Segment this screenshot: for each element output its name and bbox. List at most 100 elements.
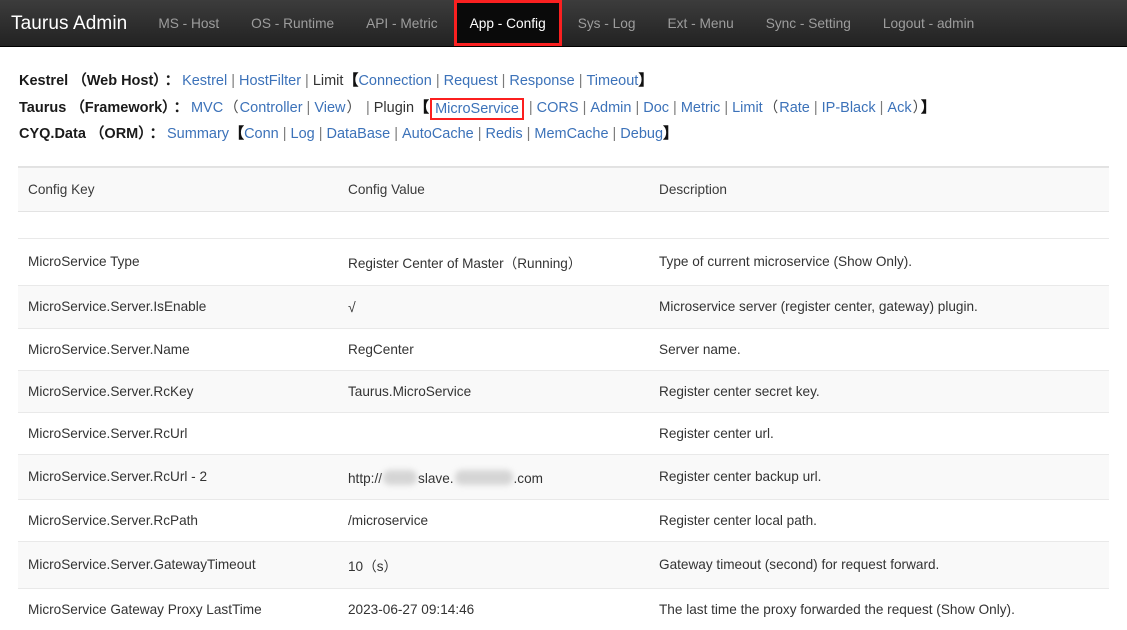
nav-item-api-metric[interactable]: API - Metric — [350, 0, 454, 46]
link-row-cyq-data: CYQ.Data （ORM）： Summary【Conn | Log | DataBase… — [19, 121, 1127, 148]
config-table: Config Key Config Value Description Micr… — [18, 166, 1109, 630]
link-paren: ） — [346, 99, 361, 116]
module-link-conn[interactable]: Conn — [244, 126, 279, 142]
cell-description: Register center backup url. — [649, 453, 1109, 499]
redaction-blur-2 — [454, 469, 513, 485]
module-link-connection[interactable]: Connection — [358, 73, 431, 89]
table-spacer-row — [18, 210, 1109, 238]
cell-config-key: MicroService.Server.RcUrl - 2 — [18, 453, 338, 499]
cell-description: Register center secret key. — [649, 369, 1109, 412]
module-links-block: Kestrel （Web Host）： Kestrel | HostFilter | Li… — [0, 47, 1127, 148]
link-paren: （ — [224, 99, 239, 116]
module-link-view[interactable]: View — [314, 100, 345, 116]
module-link-timeout[interactable]: Timeout — [586, 73, 638, 89]
cell-config-key: MicroService.Server.RcUrl — [18, 411, 338, 454]
module-link-summary[interactable]: Summary — [167, 126, 229, 142]
table-spacer-cell — [18, 210, 1109, 238]
link-row-name: Kestrel — [19, 73, 69, 89]
link-separator: | — [394, 126, 398, 142]
module-link-admin[interactable]: Admin — [590, 100, 631, 116]
module-link-ack[interactable]: Ack — [887, 100, 911, 116]
link-separator: | — [365, 99, 370, 116]
cell-config-key: MicroService Gateway Proxy LastTime — [18, 587, 338, 630]
module-link-request[interactable]: Request — [444, 73, 498, 89]
link-paren: （ — [763, 99, 779, 116]
table-row: MicroService.Server.RcKey Taurus.MicroSer… — [18, 369, 1109, 412]
link-separator: | — [501, 73, 506, 89]
link-plain-text: Plugin — [373, 99, 415, 116]
module-link-controller[interactable]: Controller — [240, 100, 303, 116]
cell-config-value: 10（s） — [338, 540, 649, 588]
module-link-cors[interactable]: CORS — [537, 100, 579, 116]
module-link-doc[interactable]: Doc — [643, 100, 669, 116]
nav-item-sync-setting[interactable]: Sync - Setting — [750, 0, 867, 46]
link-separator: | — [435, 73, 440, 89]
highlight-box-microservice: MicroService — [430, 97, 524, 120]
module-link-metric[interactable]: Metric — [681, 100, 720, 116]
link-separator: | — [306, 99, 311, 116]
module-link-mvc[interactable]: MVC — [191, 100, 223, 116]
module-link-database[interactable]: DataBase — [327, 126, 391, 142]
brand-title[interactable]: Taurus Admin — [0, 0, 142, 46]
link-bracket: 】 — [638, 72, 654, 89]
nav-item-os-runtime[interactable]: OS - Runtime — [235, 0, 350, 46]
cell-config-key: MicroService.Server.IsEnable — [18, 284, 338, 328]
module-link-hostfilter[interactable]: HostFilter — [239, 73, 301, 89]
link-bracket: 】 — [920, 98, 936, 116]
link-separator: | — [528, 99, 533, 116]
cell-description: Type of current microservice (Show Only)… — [649, 237, 1109, 285]
cell-config-value: http:// slave. .com — [338, 453, 649, 499]
module-link-debug[interactable]: Debug — [620, 126, 663, 142]
table-row: MicroService.Server.IsEnable √ Microservic… — [18, 284, 1109, 328]
table-row: MicroService.Server.GatewayTimeout 10（s） G… — [18, 540, 1109, 588]
link-separator: | — [813, 99, 818, 116]
link-row-scope: （Web Host） — [72, 73, 161, 89]
cell-config-key: MicroService.Server.GatewayTimeout — [18, 540, 338, 588]
cell-description: Register center url. — [649, 411, 1109, 454]
link-row-taurus: Taurus （Framework）： MVC（Controller | View） |… — [19, 95, 1127, 122]
module-link-response[interactable]: Response — [509, 73, 574, 89]
cell-config-value: √ — [338, 284, 649, 328]
redaction-blur-1 — [383, 469, 418, 485]
link-row-colon: ： — [173, 99, 188, 116]
nav-item-sys-log[interactable]: Sys - Log — [562, 0, 652, 46]
link-paren: ） — [912, 99, 920, 116]
header-config-value: Config Value — [338, 166, 649, 212]
module-link-limit[interactable]: Limit — [732, 100, 763, 116]
module-link-memcache[interactable]: MemCache — [534, 126, 608, 142]
config-table-wrapper: Config Key Config Value Description Micr… — [0, 166, 1127, 630]
link-separator: | — [231, 73, 235, 89]
link-bracket: 【 — [229, 125, 245, 142]
cell-description: Server name. — [649, 327, 1109, 370]
link-bracket: 【 — [414, 98, 430, 116]
cell-description: Register center local path. — [649, 498, 1109, 541]
table-row: MicroService.Server.Name RegCenter Server … — [18, 327, 1109, 370]
module-link-rate[interactable]: Rate — [779, 100, 810, 116]
nav-item-app-config[interactable]: App - Config — [453, 0, 562, 46]
link-separator: | — [477, 126, 482, 142]
module-link-log[interactable]: Log — [291, 126, 315, 142]
module-link-redis[interactable]: Redis — [486, 126, 523, 142]
link-separator: | — [879, 99, 884, 116]
nav-item-ms-host[interactable]: MS - Host — [142, 0, 235, 46]
cell-description: The last time the proxy forwarded the re… — [649, 587, 1109, 630]
table-row: MicroService.Server.RcUrl - 2 http:// slav… — [18, 453, 1109, 499]
link-separator: | — [526, 126, 531, 142]
module-link-microservice[interactable]: MicroService — [435, 101, 519, 117]
link-row-colon: ： — [164, 73, 180, 89]
nav-item-ext-menu[interactable]: Ext - Menu — [652, 0, 750, 46]
header-config-key: Config Key — [18, 166, 338, 212]
link-bracket: 】 — [663, 125, 679, 142]
link-separator: | — [612, 126, 617, 142]
link-bracket: 【 — [343, 72, 359, 89]
module-link-ip-black[interactable]: IP-Black — [822, 100, 876, 116]
link-separator: | — [724, 99, 729, 116]
nav-item-list: MS - Host OS - Runtime API - Metric App - C… — [142, 0, 990, 46]
module-link-autocache[interactable]: AutoCache — [402, 126, 474, 142]
link-separator: | — [673, 99, 677, 116]
link-separator: | — [282, 126, 287, 142]
url-tld: .com — [513, 470, 543, 486]
nav-item-logout-admin[interactable]: Logout - admin — [867, 0, 990, 46]
header-description: Description — [649, 166, 1109, 212]
module-link-kestrel[interactable]: Kestrel — [182, 73, 227, 89]
